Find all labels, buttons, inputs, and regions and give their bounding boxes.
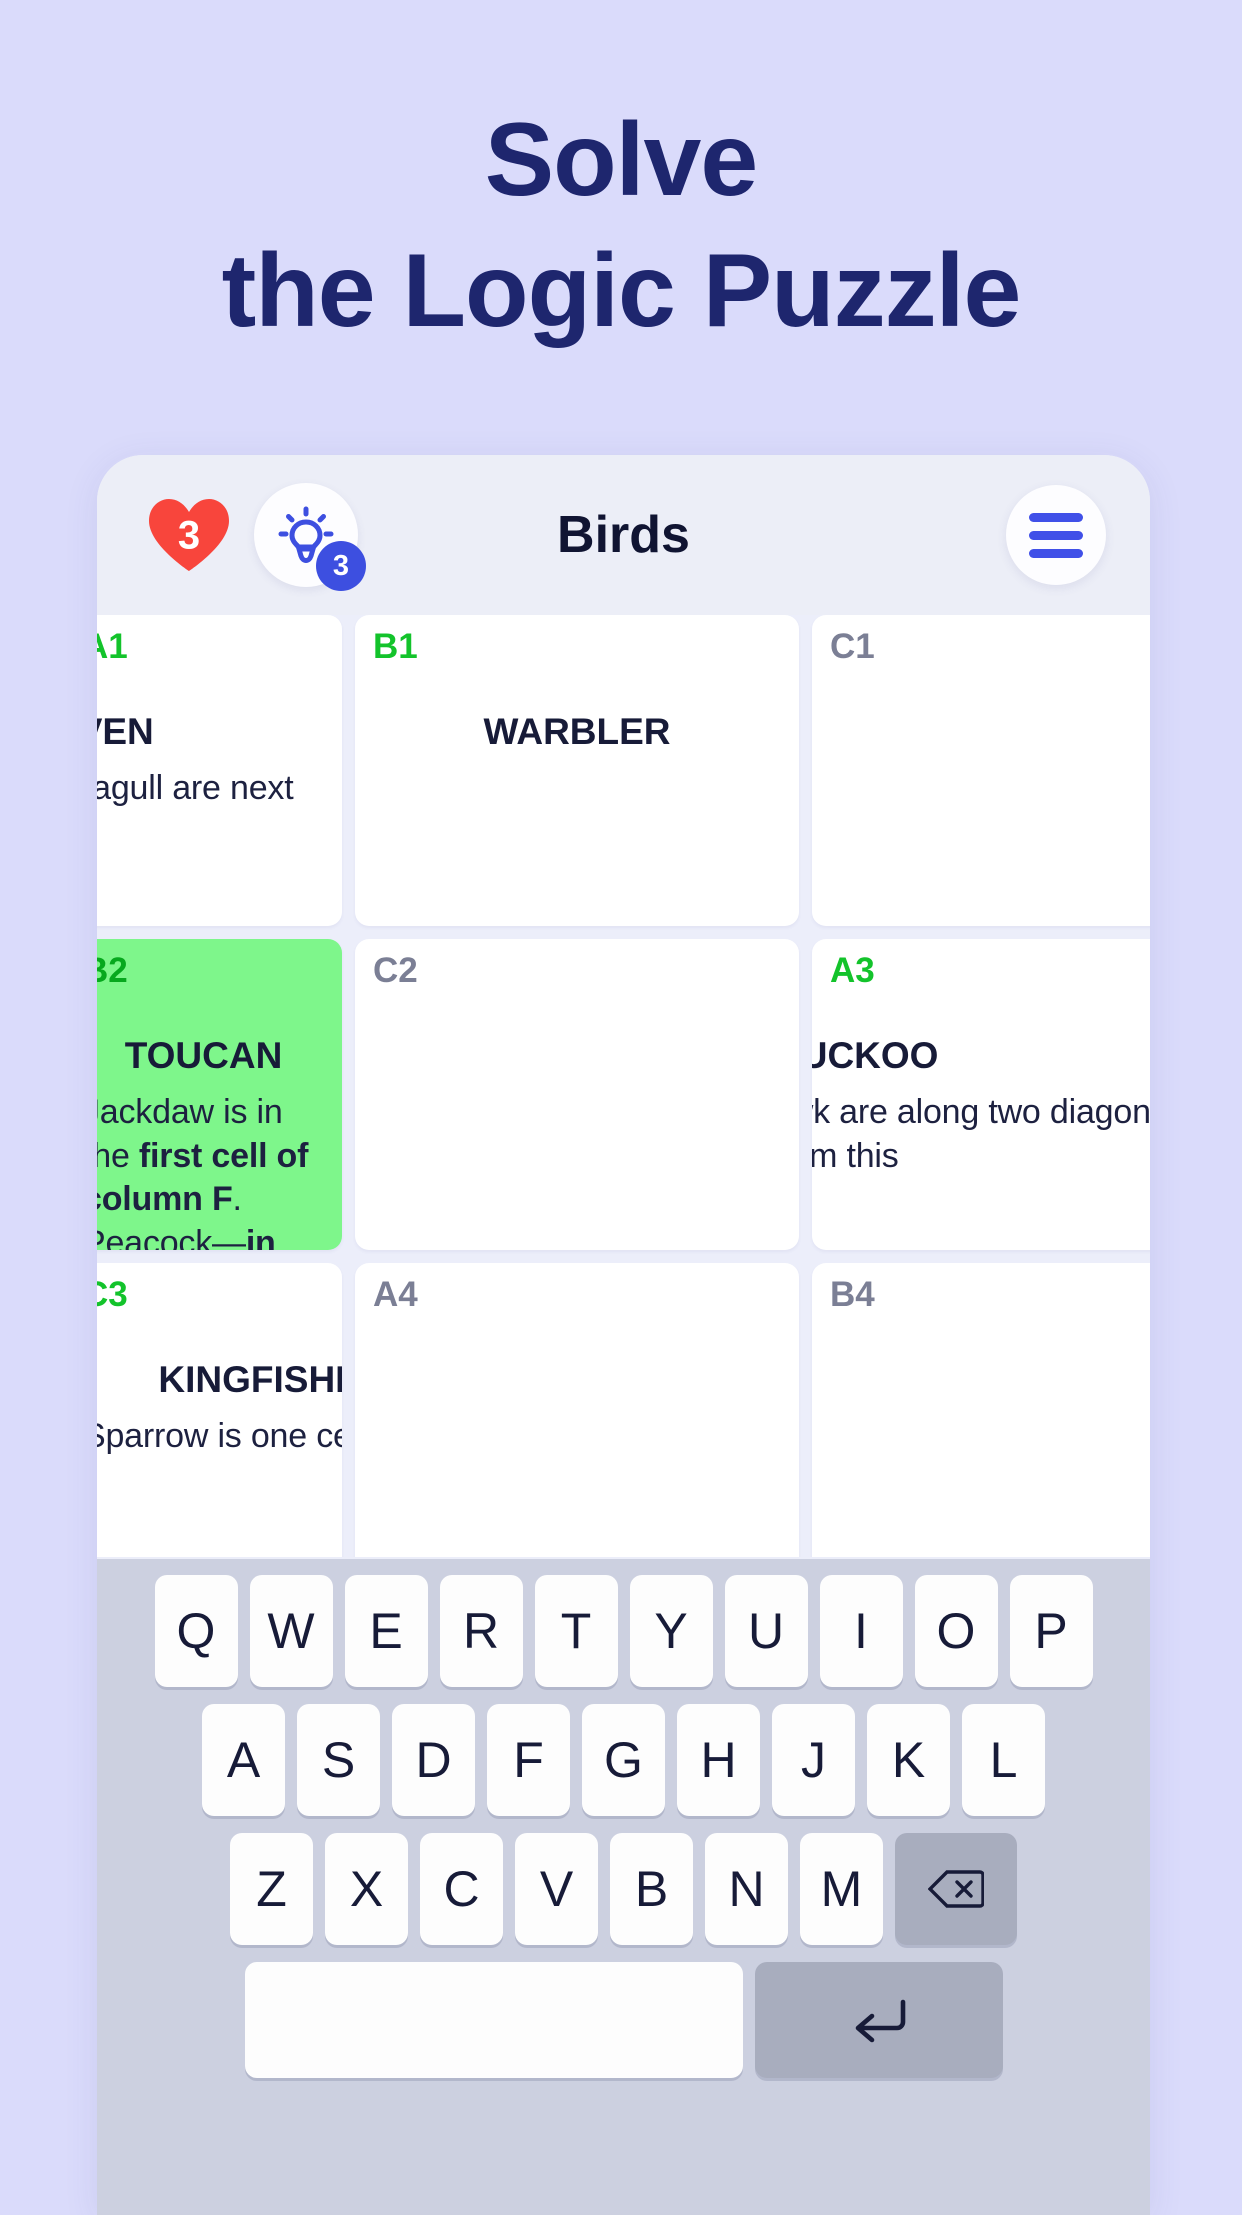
keyboard-row-2: ASDFGHJKL: [97, 1704, 1150, 1816]
cell-label: B2: [97, 951, 128, 990]
lives-count: 3: [177, 513, 201, 558]
grid-cell[interactable]: B1 WARBLER: [355, 615, 799, 926]
key-x[interactable]: X: [325, 1833, 408, 1945]
key-q[interactable]: Q: [154, 1575, 238, 1687]
hamburger-bars: [1029, 504, 1083, 567]
key-n[interactable]: N: [705, 1833, 788, 1945]
key-d[interactable]: D: [392, 1704, 475, 1816]
cell-word: TOUCAN: [124, 1035, 283, 1076]
key-t[interactable]: T: [534, 1575, 618, 1687]
cell-body: KINGFISHER Sparrow is one cell: [97, 1359, 342, 1459]
cell-hint: d Seagull are next ther: [97, 769, 294, 807]
cell-label: C2: [373, 951, 418, 990]
keyboard-row-1: QWERTYUIOP: [97, 1575, 1150, 1687]
key-u[interactable]: U: [724, 1575, 808, 1687]
key-f[interactable]: F: [487, 1704, 570, 1816]
cell-body: TOUCAN Jackdaw is in the first cell of co…: [97, 1035, 324, 1250]
key-v[interactable]: V: [515, 1833, 598, 1945]
cell-body: CUCKOO awk are along two diagonals from t…: [812, 1035, 1150, 1178]
lives-indicator[interactable]: 3: [140, 487, 238, 583]
grid-cell[interactable]: B4: [812, 1263, 1150, 1557]
cell-label: C3: [97, 1275, 128, 1314]
key-z[interactable]: Z: [230, 1833, 313, 1945]
cell-body: RAVEN d Seagull are next ther: [97, 711, 332, 854]
headline-line-2: the Logic Puzzle: [221, 233, 1022, 350]
keyboard-row-4: [97, 1962, 1150, 2078]
cell-word: KINGFISHER: [158, 1359, 342, 1400]
grid-cell[interactable]: A3 CUCKOO awk are along two diagonals from…: [812, 939, 1150, 1250]
phone-mockup: 3 3 Birds A1 R A V E: [97, 455, 1150, 2215]
grid-cell[interactable]: C3 KINGFISHER Sparrow is one cell: [97, 1263, 342, 1557]
key-p[interactable]: P: [1009, 1575, 1093, 1687]
key-c[interactable]: C: [420, 1833, 503, 1945]
cell-body: WARBLER: [373, 711, 781, 767]
key-j[interactable]: J: [772, 1704, 855, 1816]
cell-label: A1: [97, 627, 128, 666]
hamburger-menu-icon[interactable]: [1006, 485, 1106, 585]
key-o[interactable]: O: [914, 1575, 998, 1687]
key-w[interactable]: W: [249, 1575, 333, 1687]
grid-cell[interactable]: C2: [355, 939, 799, 1250]
puzzle-grid-area: A1 RAVEN d Seagull are next ther B1 WARBLER C…: [97, 615, 1150, 1557]
cell-word: CUCKOO: [812, 1035, 939, 1076]
puzzle-grid: A1 RAVEN d Seagull are next ther B1 WARBLER C…: [97, 615, 1150, 1557]
key-i[interactable]: I: [819, 1575, 903, 1687]
headline-line-1: Solve: [484, 102, 758, 218]
cell-hint: awk are along two diagonals from this: [812, 1093, 1150, 1175]
cell-hint: Jackdaw is in the first cell of column F…: [97, 1093, 309, 1250]
page-title: Solve the Logic Puzzle: [0, 95, 1242, 357]
cell-hint: Sparrow is one cell: [97, 1417, 342, 1455]
grid-cell[interactable]: A1 RAVEN d Seagull are next ther: [97, 615, 342, 926]
app-header: 3 3 Birds: [97, 455, 1150, 615]
grid-cell[interactable]: B2 TOUCAN Jackdaw is in the first cell of …: [97, 939, 342, 1250]
enter-key[interactable]: [754, 1962, 1003, 2078]
hints-count-badge: 3: [316, 541, 366, 591]
key-m[interactable]: M: [800, 1833, 883, 1945]
key-k[interactable]: K: [867, 1704, 950, 1816]
key-l[interactable]: L: [962, 1704, 1045, 1816]
keyboard-row-3: ZXCVBNM: [97, 1833, 1150, 1945]
grid-cell[interactable]: A4: [355, 1263, 799, 1557]
space-key[interactable]: [244, 1962, 743, 2078]
cell-label: A4: [373, 1275, 418, 1314]
key-y[interactable]: Y: [629, 1575, 713, 1687]
cell-label: B1: [373, 627, 418, 666]
key-e[interactable]: E: [344, 1575, 428, 1687]
cell-label: A3: [830, 951, 875, 990]
key-r[interactable]: R: [439, 1575, 523, 1687]
hint-button[interactable]: 3: [254, 483, 366, 591]
key-s[interactable]: S: [297, 1704, 380, 1816]
key-a[interactable]: A: [202, 1704, 285, 1816]
cell-label: C1: [830, 627, 875, 666]
key-b[interactable]: B: [610, 1833, 693, 1945]
cell-label: B4: [830, 1275, 875, 1314]
grid-cell[interactable]: C1: [812, 615, 1150, 926]
backspace-key[interactable]: [895, 1833, 1017, 1945]
cell-word: RAVEN: [97, 711, 154, 752]
key-h[interactable]: H: [677, 1704, 760, 1816]
on-screen-keyboard: QWERTYUIOP ASDFGHJKL ZXCVBNM: [97, 1559, 1150, 2215]
key-g[interactable]: G: [582, 1704, 665, 1816]
cell-word: WARBLER: [483, 711, 671, 752]
